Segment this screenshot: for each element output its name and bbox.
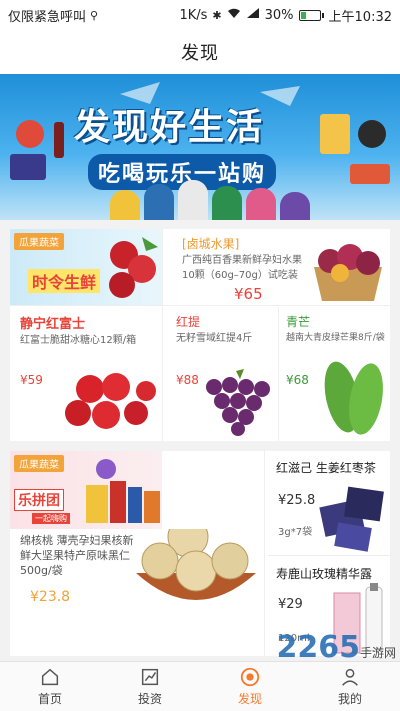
- clock: 上午10:32: [328, 9, 392, 25]
- mango-image: [324, 361, 383, 435]
- item-desc: 绵核桃 薄壳孕妇果核新鲜大坚果特产原味黑仁 500g/袋: [20, 534, 134, 577]
- passion-fruit-image: [314, 244, 382, 301]
- fresh-promo-card[interactable]: 瓜果蔬菜 时令生鲜: [10, 229, 162, 305]
- passion-fruit-item[interactable]: [卤城水果] 广西纯百香果新鲜孕妇水果10颗（60g–70g）试吃装 ¥65: [172, 229, 390, 305]
- promo-tag: 瓜果蔬菜: [14, 233, 64, 250]
- app-root: 仅限紧急呼叫 ⚲ 1K/s ✱ 30% 上午10:32 发现 发现好生活 吃喝玩…: [0, 0, 400, 711]
- tab-label: 首页: [37, 692, 62, 706]
- mango-item[interactable]: 青芒 越南大青皮绿芒果8斤/袋 ¥68: [282, 307, 390, 441]
- item-name: 静宁红富士: [20, 317, 86, 332]
- discover-banner[interactable]: 发现好生活 吃喝玩乐一站购: [0, 74, 400, 220]
- item-price: ¥25.8: [278, 493, 316, 508]
- item-tag: [卤城水果]: [182, 237, 240, 251]
- watermark-sub: 手游网: [359, 646, 396, 660]
- battery-percent: 30%: [264, 7, 294, 23]
- tab-label: 投资: [137, 692, 162, 706]
- item-desc: 无籽雪域红提4斤: [176, 333, 253, 344]
- wifi-icon: [227, 7, 241, 23]
- group-buy-section: 瓜果蔬菜 乐拼团 一起嗨购 绵核桃 薄壳孕妇果核新鲜大坚果特产原味黑仁 500g…: [10, 451, 390, 656]
- item-price: ¥68: [286, 373, 309, 387]
- item-desc: 红富士脆甜冰糖心12颗/箱: [20, 335, 137, 346]
- tab-invest[interactable]: 投资: [100, 662, 200, 711]
- item-price: ¥29: [278, 597, 303, 612]
- walnut-image: [136, 529, 256, 600]
- item-name: 红提: [176, 315, 201, 329]
- item-name: 红滋己 生姜红枣茶: [276, 461, 376, 475]
- home-icon: [41, 668, 59, 686]
- promo-title: 时令生鲜: [28, 269, 101, 293]
- banner-title: 发现好生活: [74, 107, 265, 148]
- walnut-item[interactable]: 绵核桃 薄壳孕妇果核新鲜大坚果特产原味黑仁 500g/袋 ¥23.8: [10, 529, 264, 656]
- item-spec: 3g*7袋: [278, 527, 313, 538]
- tab-label: 发现: [237, 692, 262, 706]
- promo-tag: 瓜果蔬菜: [14, 455, 64, 472]
- tab-mine[interactable]: 我的: [300, 662, 400, 711]
- item-desc: 广西纯百香果新鲜孕妇水果10颗（60g–70g）试吃装: [182, 255, 302, 281]
- apple-image: [65, 373, 156, 429]
- signal-icon: [246, 7, 260, 23]
- tab-home[interactable]: 首页: [0, 662, 100, 711]
- lychee-image: [109, 237, 158, 298]
- carrier-text: 仅限紧急呼叫: [8, 9, 87, 25]
- tab-label: 我的: [337, 692, 362, 706]
- item-price: ¥59: [20, 373, 43, 387]
- tea-box-image: [319, 486, 384, 552]
- network-speed: 1K/s: [179, 7, 208, 23]
- watermark-text: 2265: [276, 630, 360, 665]
- chart-icon: [141, 668, 159, 686]
- gift-basket-image: [86, 459, 160, 523]
- promo-badge: 一起嗨购: [32, 513, 70, 524]
- discover-icon: [240, 667, 260, 687]
- page-header: 发现: [0, 30, 400, 74]
- bluetooth-icon: ✱: [212, 8, 222, 22]
- fresh-section: 瓜果蔬菜 时令生鲜 [卤城水果] 广西纯百香果新鲜孕妇水果10颗（60g–70g…: [10, 229, 390, 441]
- page-title: 发现: [181, 43, 219, 64]
- tab-discover[interactable]: 发现: [200, 662, 300, 711]
- promo-title: 乐拼团: [14, 489, 64, 511]
- grape-item[interactable]: 红提 无籽雪域红提4斤 ¥88: [170, 307, 278, 441]
- bottom-tab-bar: 首页 投资 发现 我的: [0, 661, 400, 711]
- user-icon: [342, 668, 358, 686]
- item-desc: 越南大青皮绿芒果8斤/袋: [286, 333, 385, 343]
- usb-icon: ⚲: [90, 8, 99, 22]
- status-bar: 仅限紧急呼叫 ⚲ 1K/s ✱ 30% 上午10:32: [0, 0, 400, 30]
- site-watermark: 2265手游网: [276, 630, 396, 665]
- item-name: 青芒: [286, 315, 311, 329]
- grape-image: [206, 369, 270, 436]
- item-name: 寿鹿山玫瑰精华露: [276, 567, 373, 581]
- group-buy-promo-card[interactable]: 瓜果蔬菜 乐拼团 一起嗨购: [10, 451, 162, 529]
- ginger-tea-item[interactable]: 红滋己 生姜红枣茶 ¥25.8 3g*7袋: [272, 451, 390, 555]
- battery-icon: [298, 9, 324, 21]
- apple-item[interactable]: 静宁红富士 红富士脆甜冰糖心12颗/箱 ¥59: [10, 307, 162, 441]
- item-price: ¥23.8: [30, 589, 71, 605]
- item-price: ¥65: [234, 285, 263, 303]
- item-price: ¥88: [176, 373, 199, 387]
- people-illustration: [110, 180, 310, 220]
